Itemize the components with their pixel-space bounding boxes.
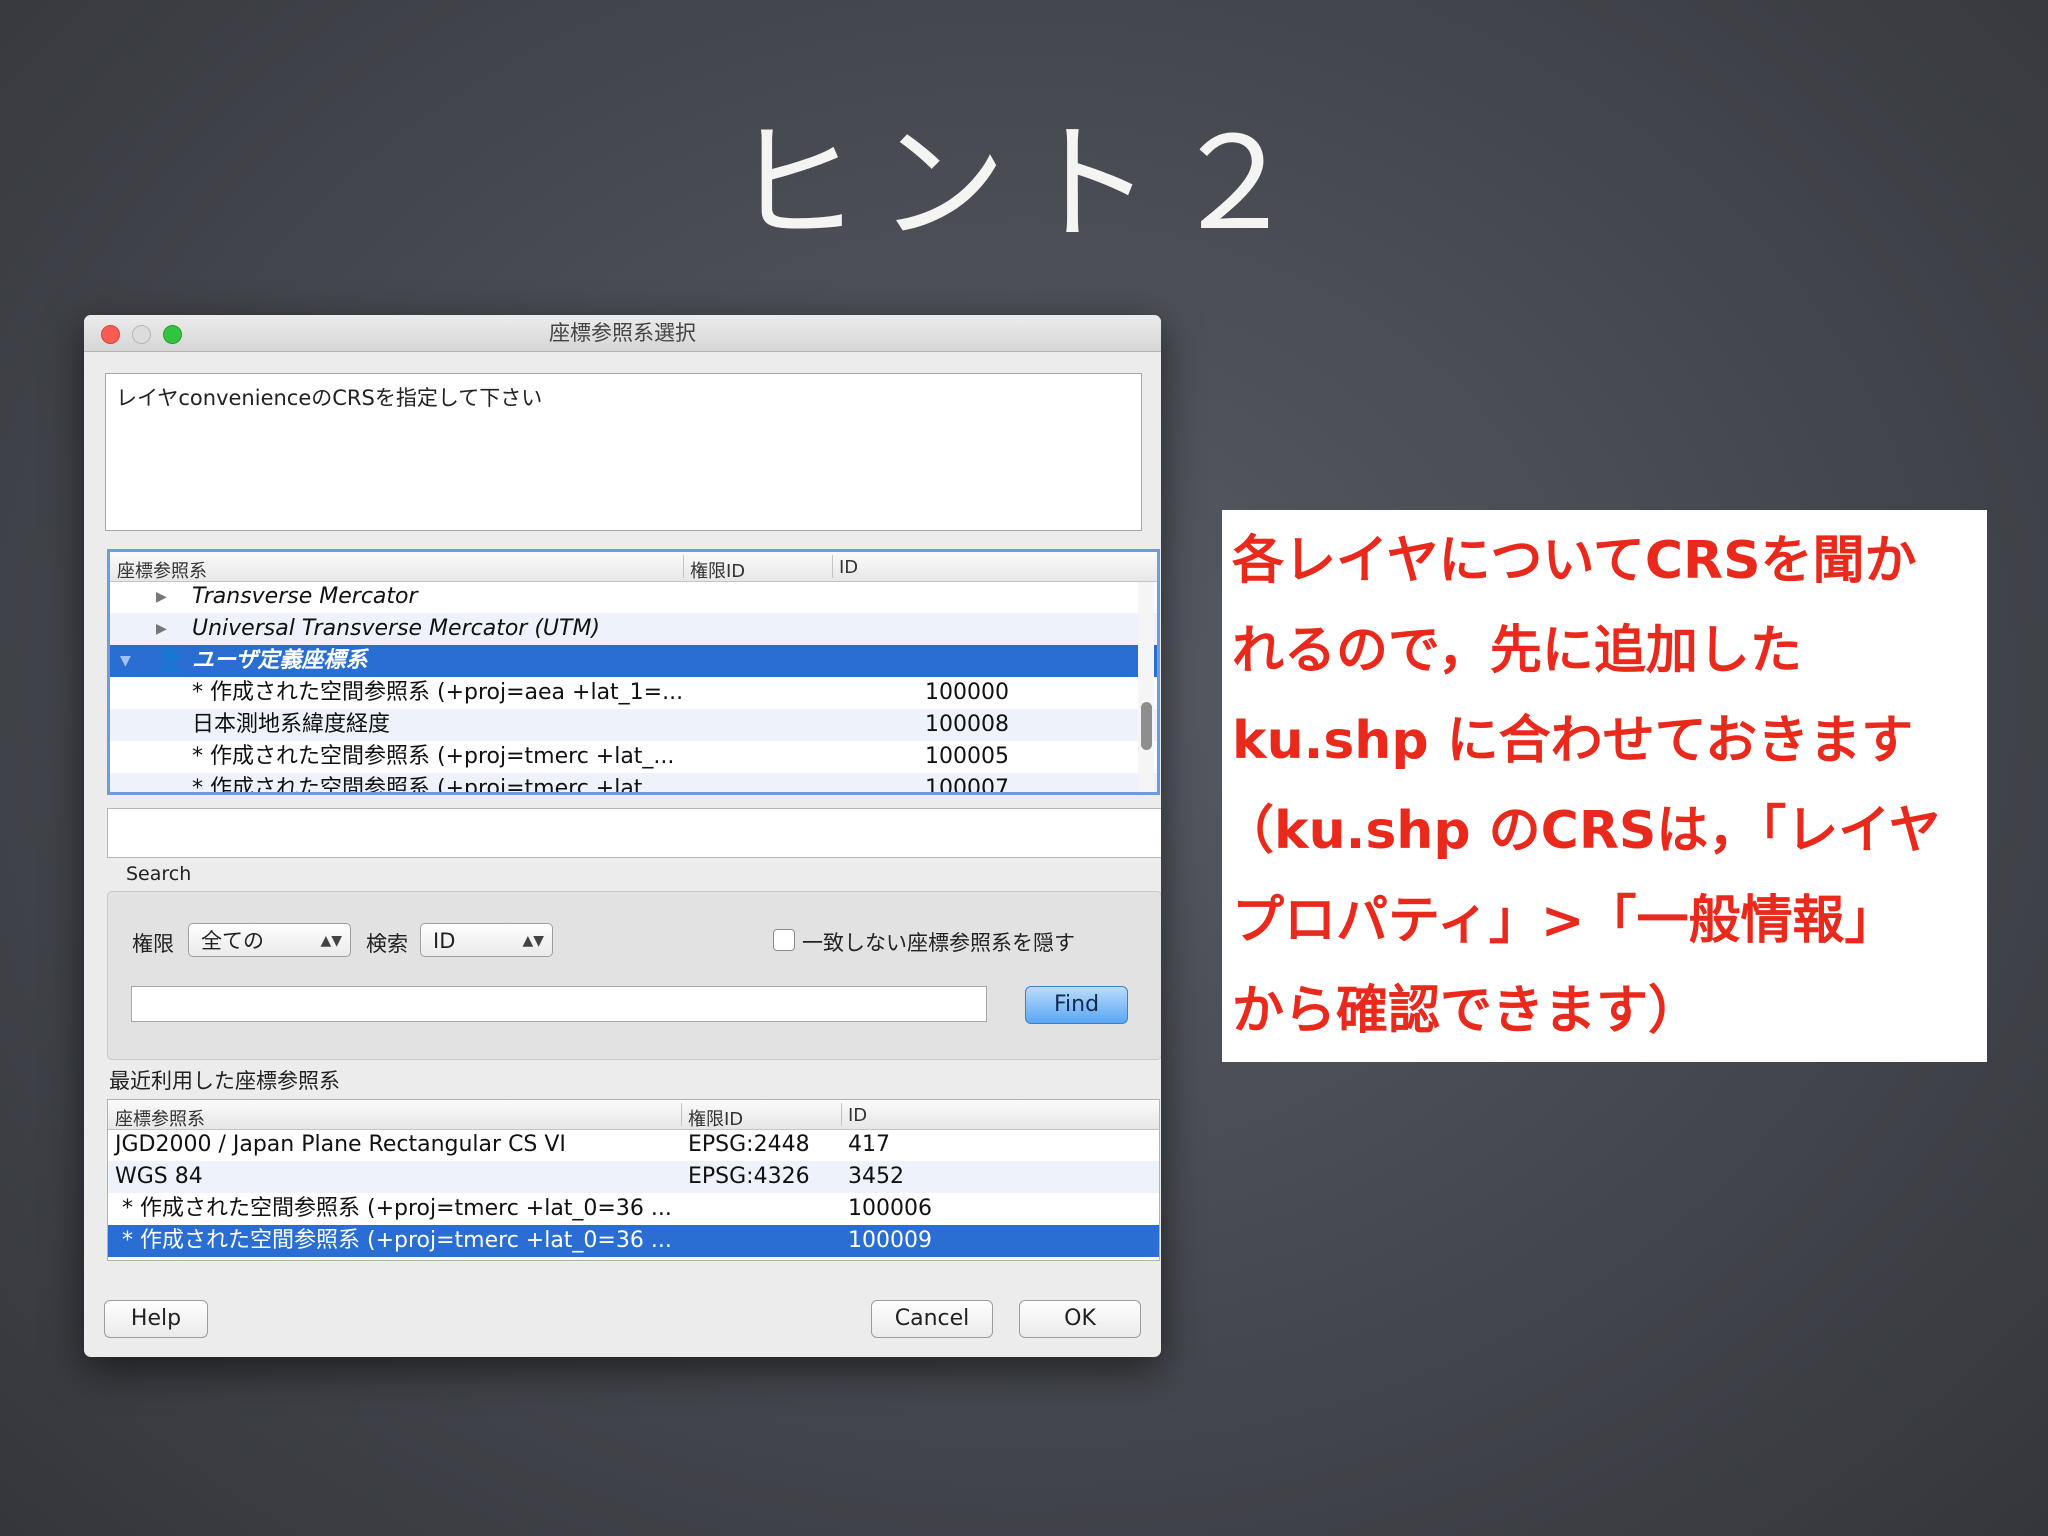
recent-row-id: 3452 <box>848 1164 904 1189</box>
callout-line: れるので，先に追加した <box>1232 621 1802 681</box>
tree-scrollbar[interactable] <box>1138 582 1154 792</box>
tree-row-id: 100005 <box>925 744 1009 769</box>
search-by-label: 検索 <box>366 932 408 956</box>
updown-arrow-icon: ▲▼ <box>522 933 544 949</box>
collapse-arrow-icon[interactable]: ▼ <box>120 645 131 677</box>
search-by-select-value: ID <box>433 929 456 953</box>
table-row[interactable]: JGD2000 / Japan Plane Rectangular CS VI … <box>108 1129 1159 1161</box>
recent-crs-table[interactable]: 座標参照系 権限ID ID JGD2000 / Japan Plane Rect… <box>107 1099 1160 1261</box>
table-row-selected[interactable]: * 作成された空間参照系 (+proj=tmerc +lat_0=36 ... … <box>108 1225 1159 1257</box>
recent-row-id: 100009 <box>848 1228 932 1253</box>
hide-deprecated-checkbox[interactable] <box>773 929 795 951</box>
tree-row-label: 日本測地系緯度経度 <box>192 712 391 737</box>
recent-crs-label: 最近利用した座標参照系 <box>109 1069 340 1093</box>
recent-row-name: * 作成された空間参照系 (+proj=tmerc +lat_0=36 ... <box>122 1228 672 1253</box>
expand-arrow-icon[interactable]: ▶ <box>156 581 167 613</box>
tree-row-label: Transverse Mercator <box>192 584 418 609</box>
tree-row[interactable]: * 作成された空間参照系 (+proj=tmerc +lat_... 10000… <box>110 741 1157 773</box>
col-header-id[interactable]: ID <box>839 557 858 578</box>
tree-row-label: Universal Transverse Mercator (UTM) <box>192 616 601 641</box>
col-header-auth-id[interactable]: 権限ID <box>688 1105 743 1131</box>
hide-deprecated-label: 一致しない座標参照系を隠す <box>802 931 1075 955</box>
tree-row[interactable]: 日本測地系緯度経度 100008 <box>110 709 1157 741</box>
search-input[interactable] <box>131 986 987 1022</box>
search-by-select[interactable]: ID ▲▼ <box>420 923 553 957</box>
recent-row-name: * 作成された空間参照系 (+proj=tmerc +lat_0=36 ... <box>122 1196 672 1221</box>
dialog-titlebar[interactable]: 座標参照系選択 <box>84 315 1161 352</box>
find-button[interactable]: Find <box>1025 986 1128 1024</box>
cancel-button[interactable]: Cancel <box>871 1300 993 1338</box>
callout-line: （ku.shp のCRSは，「レイヤ <box>1222 801 1941 861</box>
callout-line: 各レイヤについてCRSを聞か <box>1232 531 1917 591</box>
tree-row-selected[interactable]: ▼ 👤 ユーザ定義座標系 <box>110 645 1157 677</box>
message-box: レイヤconvenienceのCRSを指定して下さい <box>105 373 1142 531</box>
tree-row[interactable]: ▶ Transverse Mercator <box>110 581 1157 613</box>
tree-row-label: ユーザ定義座標系 <box>192 648 368 673</box>
tree-row-id: 100000 <box>925 680 1009 705</box>
col-header-id[interactable]: ID <box>848 1105 867 1126</box>
tree-row[interactable]: ▶ Universal Transverse Mercator (UTM) <box>110 613 1157 645</box>
slide-title: ヒント２ <box>731 110 1316 259</box>
col-header-auth-id[interactable]: 権限ID <box>690 557 745 583</box>
tree-header: 座標参照系 権限ID ID <box>110 552 1157 582</box>
authority-select[interactable]: 全ての ▲▼ <box>188 923 351 957</box>
tree-row[interactable]: * 作成された空間参照系 (+proj=tmerc +lat_... 10000… <box>110 773 1157 795</box>
recent-row-id: 100006 <box>848 1196 932 1221</box>
recent-row-id: 417 <box>848 1132 890 1157</box>
hint-callout: 各レイヤについてCRSを聞か れるので，先に追加した ku.shp に合わせてお… <box>1222 510 1987 1062</box>
authority-select-value: 全ての <box>201 929 264 953</box>
recent-row-auth: EPSG:4326 <box>688 1164 810 1189</box>
ok-button[interactable]: OK <box>1019 1300 1141 1338</box>
tree-row[interactable]: * 作成された空間参照系 (+proj=aea +lat_1=... 10000… <box>110 677 1157 709</box>
message-text: レイヤconvenienceのCRSを指定して下さい <box>116 386 543 410</box>
crs-selector-dialog: 座標参照系選択 レイヤconvenienceのCRSを指定して下さい 座標参照系… <box>84 315 1161 1357</box>
tree-row-label: * 作成された空間参照系 (+proj=aea +lat_1=... <box>192 680 684 705</box>
table-row[interactable]: WGS 84 EPSG:4326 3452 <box>108 1161 1159 1193</box>
callout-line: ku.shp に合わせておきます <box>1232 711 1914 771</box>
help-button[interactable]: Help <box>104 1300 208 1338</box>
updown-arrow-icon: ▲▼ <box>320 933 342 949</box>
dialog-title: 座標参照系選択 <box>549 321 696 345</box>
table-row[interactable]: * 作成された空間参照系 (+proj=tmerc +lat_0=36 ... … <box>108 1193 1159 1225</box>
user-icon: 👤 <box>156 648 184 673</box>
col-header-crs[interactable]: 座標参照系 <box>115 1105 205 1131</box>
tree-row-id: 100008 <box>925 712 1009 737</box>
tree-row-label: * 作成された空間参照系 (+proj=tmerc +lat_... <box>192 744 675 769</box>
callout-line: プロパティ」>「一般情報」 <box>1232 891 1897 951</box>
recent-table-header: 座標参照系 権限ID ID <box>108 1100 1159 1130</box>
tree-row-label: * 作成された空間参照系 (+proj=tmerc +lat_... <box>192 776 675 795</box>
recent-row-name: WGS 84 <box>115 1164 203 1189</box>
search-section-label: Search <box>126 863 192 885</box>
authority-label: 権限 <box>132 932 174 956</box>
col-header-crs[interactable]: 座標参照系 <box>117 557 207 583</box>
expand-arrow-icon[interactable]: ▶ <box>156 613 167 645</box>
crs-description-box <box>107 808 1161 858</box>
recent-row-auth: EPSG:2448 <box>688 1132 810 1157</box>
tree-row-id: 100007 <box>925 776 1009 795</box>
tree-scroll-thumb[interactable] <box>1141 702 1152 750</box>
crs-tree[interactable]: 座標参照系 権限ID ID ▶ Transverse Mercator ▶ Un… <box>107 549 1160 795</box>
search-group: 権限 全ての ▲▼ 検索 ID ▲▼ 一致しない座標参照系を隠す Find <box>107 891 1161 1060</box>
callout-line: から確認できます） <box>1232 981 1701 1041</box>
recent-row-name: JGD2000 / Japan Plane Rectangular CS VI <box>115 1132 566 1157</box>
